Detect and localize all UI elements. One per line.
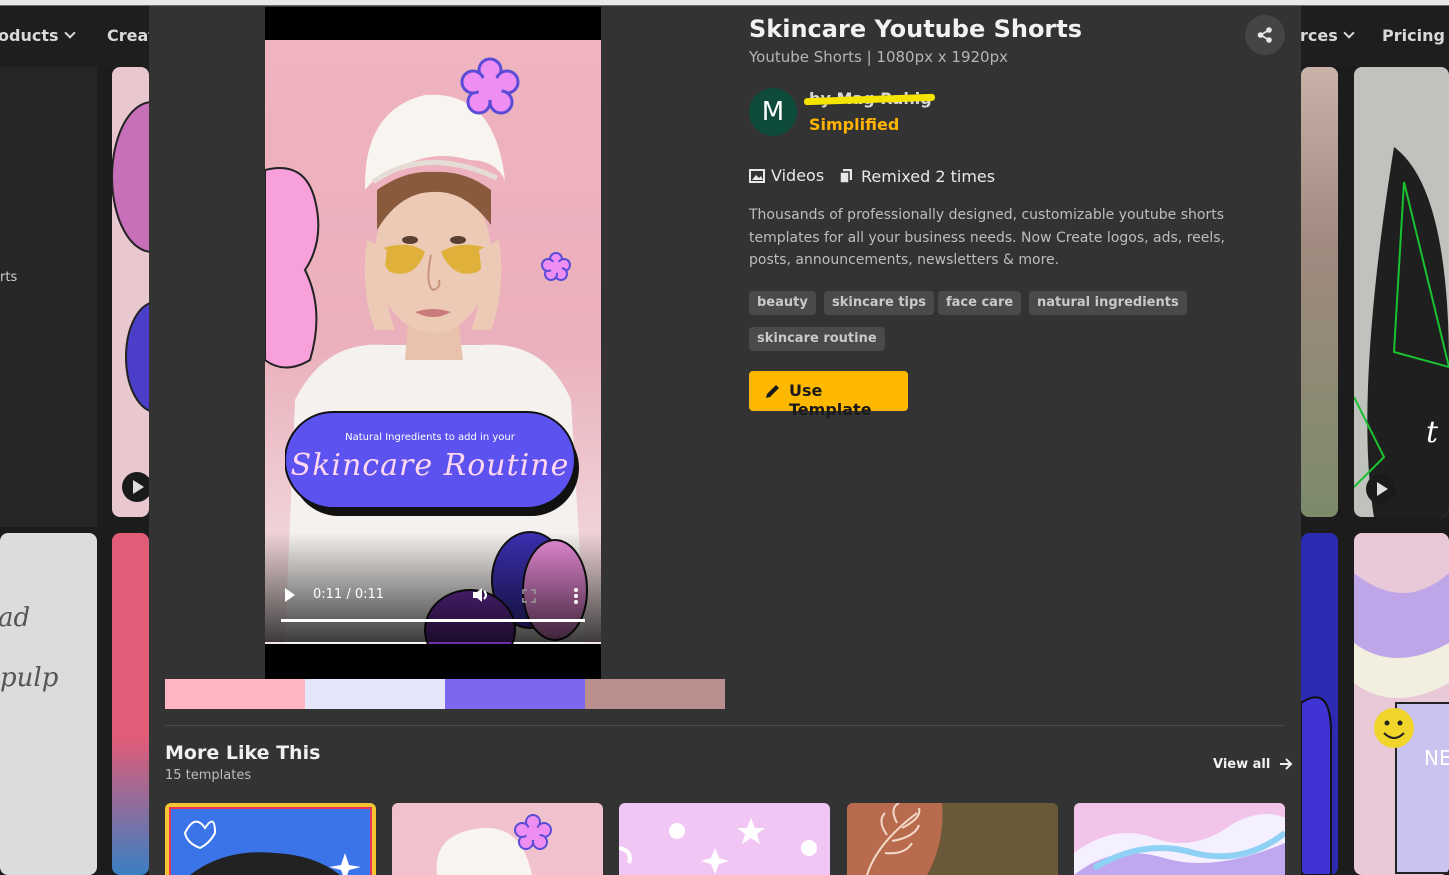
view-all-link[interactable]: View all [1213,756,1293,772]
remix-meta: Remixed 2 times [839,166,995,186]
video-player[interactable]: Natural Ingredients to add in your Skinc… [265,7,601,679]
tag-chip[interactable]: skincare tips [824,291,935,315]
arrow-right-icon [1279,758,1293,770]
nav-resources[interactable]: rces [1300,26,1355,45]
chevron-down-icon [1343,27,1355,39]
template-card[interactable]: t [1354,67,1449,517]
brand-name[interactable]: Simplified [809,115,899,134]
tag-chip[interactable]: beauty [749,291,816,315]
related-template-card[interactable] [165,803,376,875]
palette-swatch[interactable] [165,679,305,709]
view-all-label: View all [1213,757,1271,772]
palette-swatch[interactable] [445,679,585,709]
related-template-card[interactable] [392,803,603,875]
related-template-card[interactable] [1074,803,1285,875]
tag-chip[interactable]: face care [938,291,1022,315]
card-artwork: NE [1354,573,1449,874]
caption-small-text: Natural Ingredients to add in your [345,432,515,443]
card-artwork: t [1354,147,1449,517]
tag-chip[interactable]: skincare routine [749,327,885,351]
template-card[interactable] [1301,67,1338,517]
chevron-down-icon [63,27,76,39]
card-artwork [1074,803,1285,875]
palette-swatch[interactable] [585,679,725,709]
category-meta: Videos [749,166,824,185]
caption-script-text: Skincare Routine [290,448,570,483]
more-like-this-title: More Like This [165,742,321,764]
card-artwork [619,818,817,874]
template-description: Thousands of professionally designed, cu… [749,207,1226,268]
svg-text:t: t [1426,415,1439,450]
card-artwork [112,101,149,412]
use-template-label: Use Template [789,381,872,419]
template-title: Skincare Youtube Shorts [749,15,1083,43]
share-icon [1257,27,1272,43]
video-time: 0:11 / 0:11 [313,587,385,602]
tag-chip[interactable]: natural ingredients [1029,291,1187,315]
palette-swatch[interactable] [305,679,445,709]
card-artwork [847,803,943,875]
section-divider [165,725,1285,726]
author-avatar[interactable]: M [749,88,797,136]
copy-icon [839,169,852,184]
use-template-button[interactable]: Use Template [749,371,908,419]
nav-pricing-label: Pricing [1382,26,1445,45]
category-label: Videos [771,166,825,185]
video-controls: 0:11 / 0:11 [265,532,601,642]
card-text: pulp [0,663,59,693]
video-progress-track[interactable] [281,619,585,622]
related-template-card[interactable] [847,803,1058,875]
template-card[interactable]: ad pulp [0,533,97,875]
template-card[interactable]: NE [1354,533,1449,875]
template-card[interactable]: rts [0,67,97,527]
video-progress-fill [281,619,585,622]
image-icon [749,169,765,183]
card-artwork [169,807,372,875]
nav-pricing[interactable]: Pricing [1382,26,1445,45]
template-card[interactable] [112,67,149,517]
card-text: ad [0,603,31,633]
svg-text:NE: NE [1424,746,1449,770]
template-dimensions: Youtube Shorts | 1080px x 1920px [749,48,1008,66]
more-like-this-count: 15 templates [165,768,252,783]
fullscreen-icon[interactable] [522,589,536,603]
play-icon[interactable] [1366,474,1396,504]
card-label: rts [0,270,18,285]
related-template-card[interactable] [619,803,830,875]
nav-products[interactable]: oducts [0,26,76,45]
nav-resources-label: rces [1300,26,1338,45]
template-preview-modal: Natural Ingredients to add in your Skinc… [149,6,1301,875]
template-card[interactable] [112,533,149,875]
template-card[interactable] [1301,533,1338,875]
more-vertical-icon[interactable] [573,588,579,604]
nav-products-label: oducts [0,26,59,45]
card-artwork [436,814,552,875]
pencil-icon [766,385,779,398]
remix-count: Remixed 2 times [861,167,996,186]
share-button[interactable] [1245,15,1285,55]
play-icon[interactable] [122,472,149,502]
card-artwork [1301,696,1332,875]
volume-icon[interactable] [472,587,490,603]
play-icon[interactable] [284,588,296,602]
